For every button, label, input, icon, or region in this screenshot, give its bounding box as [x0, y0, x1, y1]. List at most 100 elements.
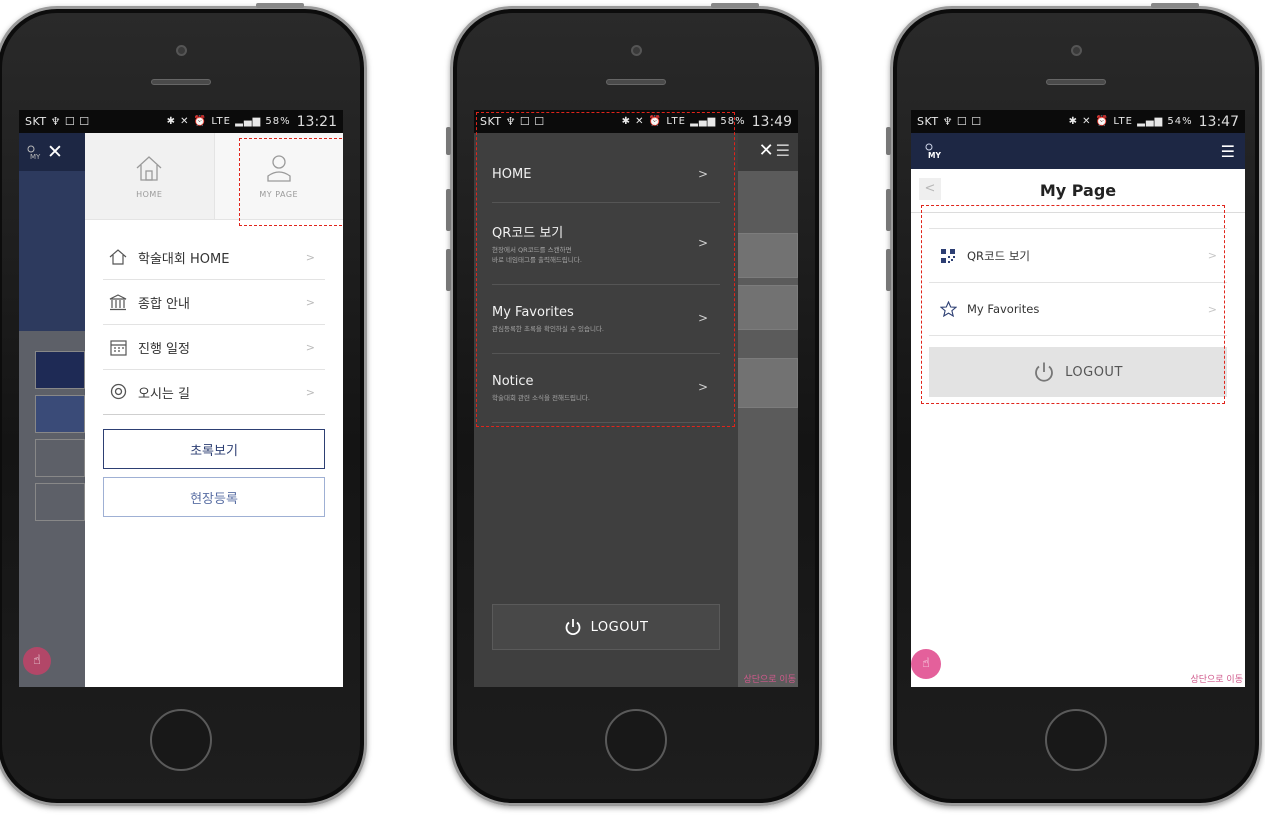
- logout-label: LOGOUT: [1065, 364, 1123, 380]
- chevron-right-icon: >: [305, 385, 315, 399]
- menu-item-label: 종합 안내: [138, 296, 190, 312]
- menu-item-home[interactable]: HOME >: [492, 147, 720, 203]
- tab-home-label: HOME: [136, 189, 163, 199]
- menu-item-label: QR코드 보기: [967, 248, 1031, 263]
- hamburger-menu-icon[interactable]: ☰: [1221, 142, 1235, 161]
- svg-text:MY: MY: [928, 151, 941, 160]
- menu-item-my-favorites[interactable]: My Favorites 관심등록한 초록을 확인하실 수 있습니다. >: [492, 285, 720, 354]
- star-outline-icon: [937, 301, 959, 317]
- menu-item-label: 학술대회 HOME: [138, 251, 230, 267]
- menu-item-title: HOME: [492, 167, 532, 182]
- status-bar: SKT ♆ ☐ ☐ ✱ ✕ ⏰ LTE ▂▄▆ 54% 13:47: [911, 110, 1245, 133]
- tab-home[interactable]: HOME: [85, 133, 214, 219]
- logout-button[interactable]: LOGOUT: [492, 604, 720, 650]
- volume-up-button: [886, 189, 891, 231]
- calendar-icon: [107, 339, 129, 356]
- my-user-icon[interactable]: MY: [923, 142, 945, 160]
- menu-item-qr-code[interactable]: QR코드 보기 현장에서 QR코드를 스캔하면 바로 네임태그를 출력해드립니다…: [492, 203, 720, 285]
- background-block: [35, 395, 85, 433]
- location-pin-icon: [107, 383, 129, 401]
- my-page-menu: QR코드 보기 > My Favorites >: [929, 228, 1227, 336]
- mute-switch: [886, 127, 891, 155]
- menu-item-schedule[interactable]: 진행 일정 >: [103, 325, 325, 370]
- front-camera: [176, 45, 187, 56]
- side-drawer: HOME MY PAGE 학술대회 HOME > 종합 안내 > 진행 일정 >…: [85, 133, 343, 687]
- phone-frame-3: SKT ♆ ☐ ☐ ✱ ✕ ⏰ LTE ▂▄▆ 54% 13:47 MY ☰ <…: [886, 3, 1262, 806]
- chevron-right-icon: >: [697, 235, 708, 250]
- screen-2: SKT ♆ ☐ ☐ ✱ ✕ ⏰ LTE ▂▄▆ 58% 13:49 ✕ ☰ 상단으…: [474, 110, 798, 687]
- side-drawer: HOME > QR코드 보기 현장에서 QR코드를 스캔하면 바로 네임태그를 …: [474, 133, 738, 687]
- close-icon: ✕: [47, 141, 63, 163]
- back-button[interactable]: <: [919, 178, 941, 200]
- page-titlebar: < My Page: [911, 169, 1245, 213]
- house-outline-icon: [107, 249, 129, 265]
- power-icon: [565, 619, 580, 636]
- chevron-right-icon: >: [697, 380, 708, 394]
- chevron-left-icon: <: [924, 181, 936, 196]
- status-icons: ✱ ✕ ⏰ LTE ▂▄▆ 54%: [1068, 116, 1193, 127]
- chevron-right-icon: >: [305, 340, 315, 354]
- hamburger-menu-icon[interactable]: ☰: [776, 141, 790, 160]
- menu-item-subtitle: 학술대회 관련 소식을 전해드립니다.: [492, 393, 590, 402]
- status-icons: ✱ ✕ ⏰ LTE ▂▄▆ 58%: [166, 116, 291, 127]
- touch-fab-icon[interactable]: ☝: [23, 647, 51, 675]
- person-icon: [267, 154, 291, 182]
- menu-item-subtitle: 관심등록한 초록을 확인하실 수 있습니다.: [492, 324, 604, 333]
- front-camera: [631, 45, 642, 56]
- menu-item-title: Notice: [492, 373, 534, 389]
- chevron-right-icon: >: [305, 295, 315, 309]
- home-button: [150, 709, 212, 771]
- background-page: ☝: [19, 133, 85, 687]
- phone-frame-2: SKT ♆ ☐ ☐ ✱ ✕ ⏰ LTE ▂▄▆ 58% 13:49 ✕ ☰ 상단으…: [446, 3, 822, 806]
- header-icons: ✕ ☰: [759, 140, 790, 161]
- power-icon: [1035, 362, 1054, 382]
- background-block: [35, 439, 85, 477]
- power-button: [256, 3, 304, 8]
- building-icon: [107, 293, 129, 311]
- menu-item-label: 오시는 길: [138, 386, 190, 402]
- view-abstracts-button[interactable]: 초록보기: [103, 429, 325, 469]
- status-icons: ✱ ✕ ⏰ LTE ▂▄▆ 58%: [621, 116, 746, 127]
- app-header: MY ☰: [911, 133, 1245, 169]
- close-icon[interactable]: ✕: [759, 140, 774, 161]
- front-camera: [1071, 45, 1082, 56]
- clock: 13:49: [751, 113, 792, 130]
- menu-item-qr-code[interactable]: QR코드 보기 >: [929, 228, 1227, 282]
- drawer-menu: 학술대회 HOME > 종합 안내 > 진행 일정 > 오시는 길 >: [85, 220, 343, 415]
- page-title: My Page: [1039, 181, 1117, 200]
- background-block: [35, 483, 85, 521]
- earpiece-speaker: [151, 79, 211, 85]
- earpiece-speaker: [606, 79, 666, 85]
- background-banner: [19, 171, 85, 331]
- drawer-tabs: HOME MY PAGE: [85, 133, 343, 220]
- scroll-to-top-link[interactable]: 상단으로 이동: [743, 672, 796, 685]
- mute-switch: [446, 127, 451, 155]
- svg-text:MY: MY: [30, 153, 41, 160]
- chevron-right-icon: >: [697, 311, 708, 325]
- menu-item-notice[interactable]: Notice 학술대회 관련 소식을 전해드립니다. >: [492, 354, 720, 423]
- background-block: [35, 351, 85, 389]
- chevron-right-icon: >: [1207, 302, 1217, 316]
- menu-item-title: QR코드 보기: [492, 226, 564, 241]
- volume-up-button: [446, 189, 451, 231]
- menu-item-general-info[interactable]: 종합 안내 >: [103, 280, 325, 325]
- home-button: [1045, 709, 1107, 771]
- scroll-to-top-link[interactable]: 상단으로 이동: [1190, 672, 1243, 685]
- carrier-label: SKT ♆ ☐ ☐: [917, 115, 982, 128]
- menu-item-label: 진행 일정: [138, 341, 190, 357]
- clock: 13:47: [1198, 113, 1239, 130]
- tab-my-page-label: MY PAGE: [259, 189, 299, 199]
- screen-1: SKT ♆ ☐ ☐ ✱ ✕ ⏰ LTE ▂▄▆ 58% 13:21 ☝ MY ✕…: [19, 110, 343, 687]
- menu-item-conference-home[interactable]: 학술대회 HOME >: [103, 235, 325, 280]
- chevron-right-icon: >: [697, 166, 708, 181]
- close-drawer-button[interactable]: MY ✕: [25, 140, 81, 164]
- carrier-label: SKT ♆ ☐ ☐: [25, 115, 90, 128]
- power-button: [711, 3, 759, 8]
- menu-item-my-favorites[interactable]: My Favorites >: [929, 282, 1227, 336]
- onsite-registration-button[interactable]: 현장등록: [103, 477, 325, 517]
- touch-fab-icon[interactable]: ☝: [911, 649, 941, 679]
- menu-item-directions[interactable]: 오시는 길 >: [103, 370, 325, 415]
- status-bar: SKT ♆ ☐ ☐ ✱ ✕ ⏰ LTE ▂▄▆ 58% 13:21: [19, 110, 343, 133]
- logout-button[interactable]: LOGOUT: [929, 347, 1227, 397]
- tab-my-page[interactable]: MY PAGE: [213, 133, 343, 219]
